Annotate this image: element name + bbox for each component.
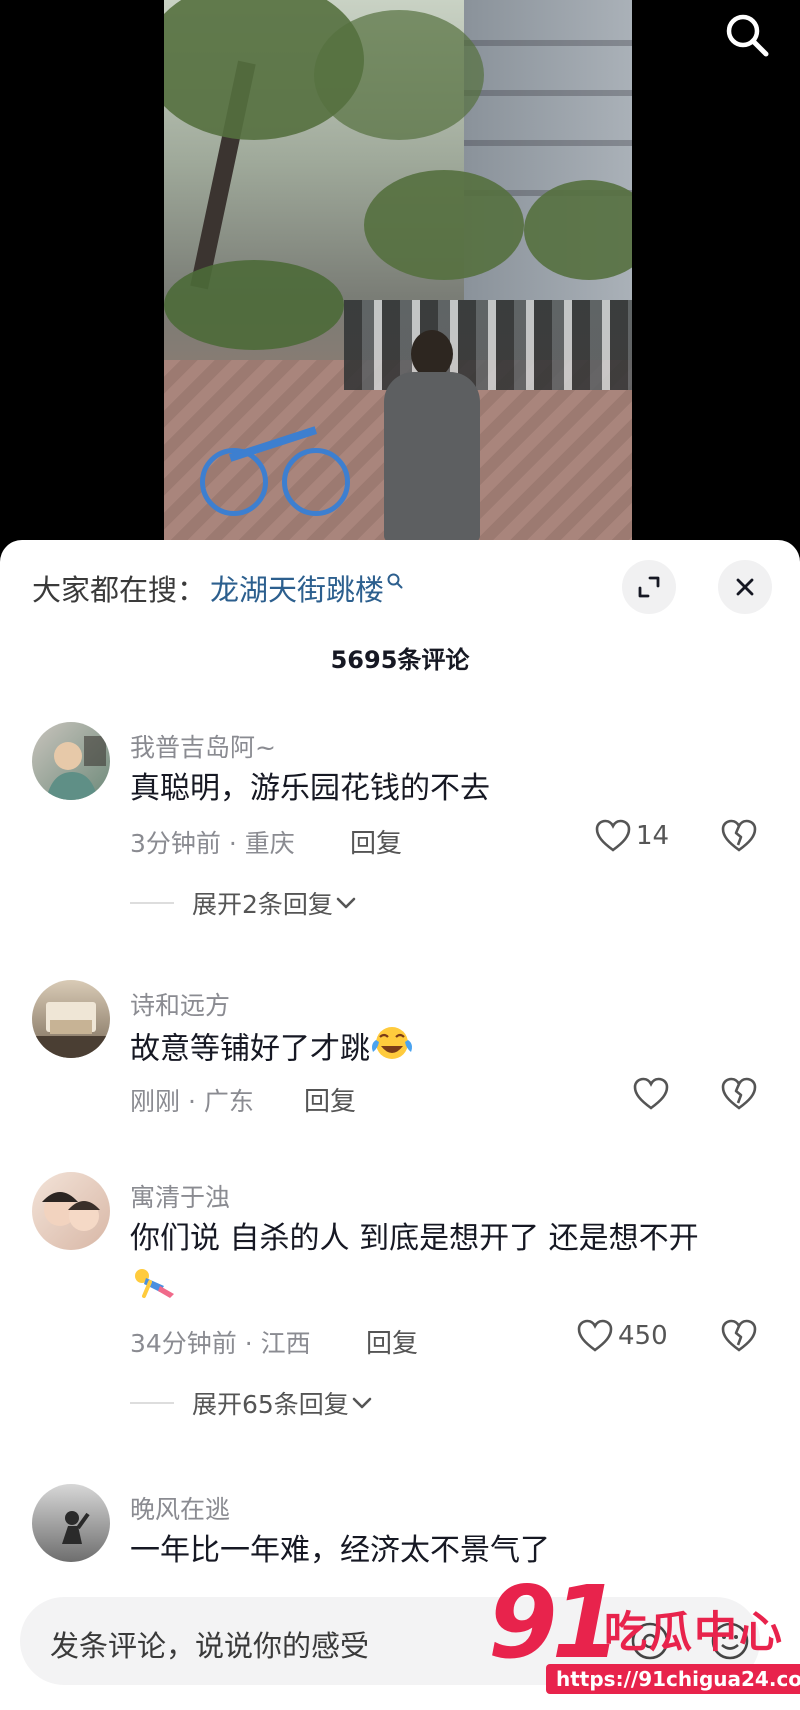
expand-replies-button[interactable]: 展开2条回复 [130,885,359,921]
chevron-down-icon [336,897,356,909]
dislike-button[interactable] [720,1318,758,1358]
video-planter [164,260,344,350]
falling-person-emoji [130,1264,178,1320]
comment-text: 故意等铺好了才跳 [130,1022,770,1078]
comment-text: 真聪明，游乐园花钱的不去 [130,771,490,806]
heart-broken-icon [721,1077,757,1110]
heart-icon [633,1077,669,1110]
video-player[interactable] [0,0,800,560]
watermark-logo-number: 91 [488,1564,621,1681]
crying-laughing-emoji [370,1022,414,1078]
avatar-image [62,1511,90,1544]
comment-sheet: 大家都在搜： 龙湖天街跳楼 5695条评论 我普吉岛阿~ 真聪明，游乐园花钱的不… [0,540,800,1710]
expand-button[interactable] [622,560,676,614]
expand-icon [638,576,660,598]
reply-button[interactable]: 回复 [350,823,402,860]
suggested-search-prefix: 大家都在搜： [32,573,207,607]
avatar[interactable] [32,980,110,1058]
divider-line [130,1402,174,1404]
search-icon [726,14,769,57]
video-person [376,330,486,540]
video-building-stripe [464,140,632,146]
watermark-url: https://91chigua24.com [546,1664,800,1694]
like-count: 14 [636,821,670,851]
like-button[interactable]: 14 [594,818,669,854]
site-watermark: 91 吃瓜中心 https://91chigua24.com [488,1564,800,1698]
comment-text-content: 故意等铺好了才跳 [130,1031,370,1067]
heart-icon [595,819,631,852]
avatar-image [42,1192,100,1231]
avatar[interactable] [32,722,110,800]
comment-username[interactable]: 寓清于浊 [130,1178,230,1214]
comment-username[interactable]: 晚风在逃 [130,1490,230,1526]
reply-button[interactable]: 回复 [366,1323,418,1360]
video-building-stripe [464,90,632,96]
heart-broken-icon [721,819,757,852]
like-button[interactable] [632,1076,674,1112]
expand-replies-label: 展开2条回复 [192,890,333,919]
expand-replies-button[interactable]: 展开65条回复 [130,1385,375,1421]
comment-username[interactable]: 诗和远方 [130,986,230,1022]
like-count: 450 [618,1321,668,1351]
video-tree [314,10,484,140]
suggested-search[interactable]: 大家都在搜： 龙湖天街跳楼 [32,568,404,608]
dislike-button[interactable] [720,1076,758,1116]
close-icon [736,578,754,596]
expand-replies-label: 展开65条回复 [192,1390,349,1419]
comment-username[interactable]: 我普吉岛阿~ [130,728,276,764]
like-button[interactable]: 450 [576,1318,668,1354]
divider-line [130,902,174,904]
avatar-image [46,736,106,800]
comment-text: 你们说 自杀的人 到底是想开了 还是想不开 [130,1214,770,1320]
reply-button[interactable]: 回复 [304,1081,356,1118]
bicycle-wheel [282,448,350,516]
search-icon [387,573,403,589]
comment-input-placeholder: 发条评论，说说你的感受 [50,1629,370,1663]
video-bicycle [200,400,350,516]
suggested-search-term[interactable]: 龙湖天街跳楼 [210,567,384,609]
search-button[interactable] [722,10,772,60]
comment-count: 5695条评论 [330,646,470,674]
video-tree [364,170,524,280]
video-frame[interactable] [164,0,632,540]
comment-text-content: 你们说 自杀的人 到底是想开了 还是想不开 [130,1221,699,1256]
watermark-site-name: 吃瓜中心 [604,1608,784,1658]
comment-meta: 3分钟前 · 重庆 [130,829,295,858]
avatar[interactable] [32,1484,110,1562]
heart-icon [577,1319,613,1352]
person-body [384,372,480,540]
dislike-button[interactable] [720,818,758,858]
avatar-image [32,1002,110,1058]
avatar[interactable] [32,1172,110,1250]
video-building-stripe [464,40,632,46]
comment-meta: 刚刚 · 广东 [130,1087,254,1116]
comment-meta: 34分钟前 · 江西 [130,1329,311,1358]
person-head [411,330,453,378]
close-button[interactable] [718,560,772,614]
chevron-down-icon [352,1397,372,1409]
heart-broken-icon [721,1319,757,1352]
